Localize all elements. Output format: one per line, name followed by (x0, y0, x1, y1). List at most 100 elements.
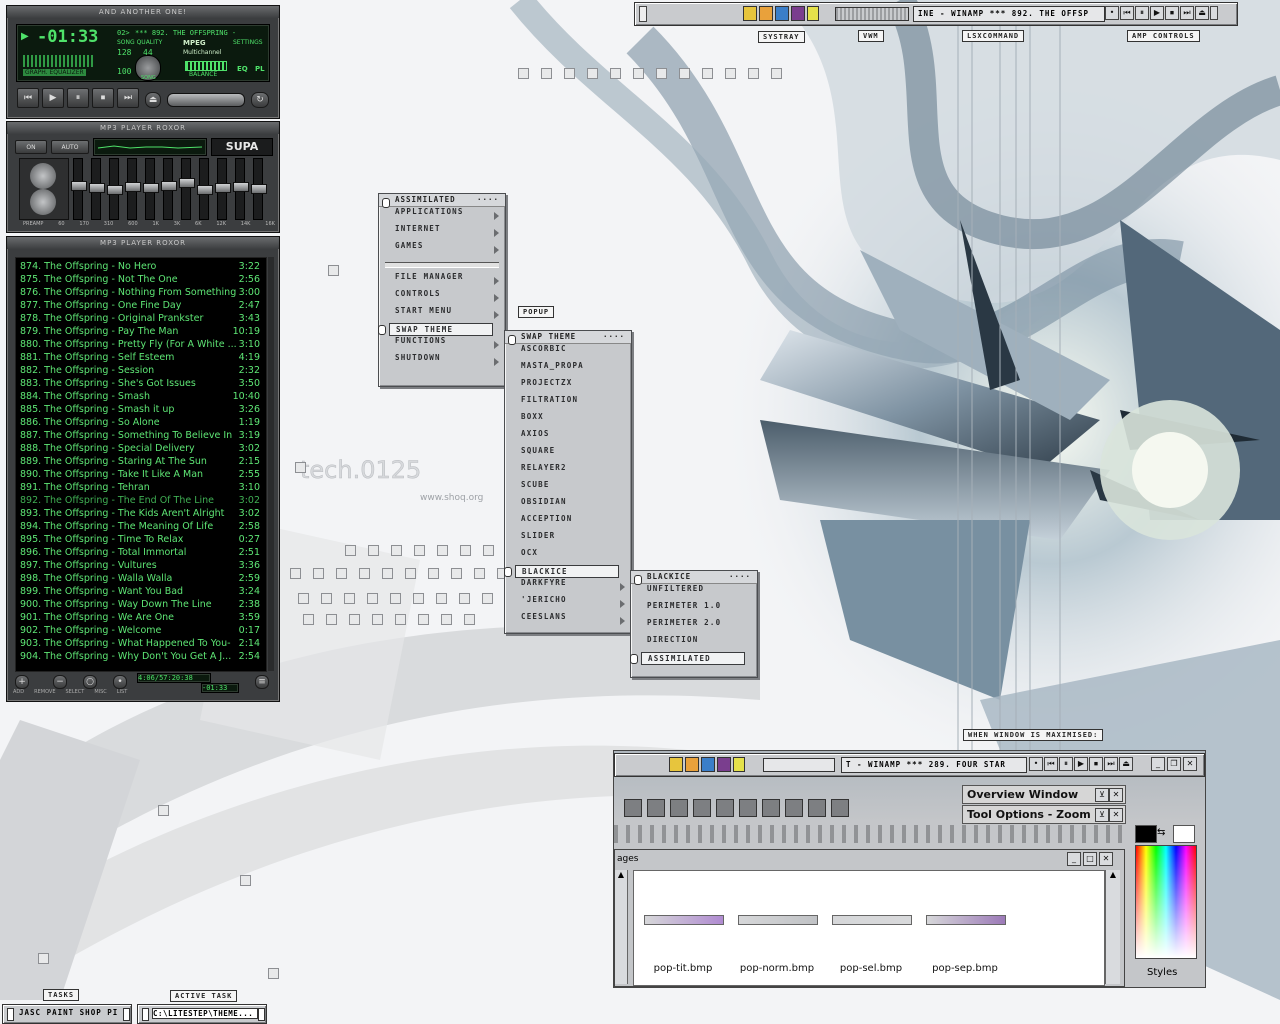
task-button-litestep-theme[interactable]: C:\LITESTEP\THEME... (137, 1004, 267, 1024)
playlist-row[interactable]: 894. The Offspring - The Meaning Of Life… (16, 521, 266, 534)
tray-icon-3[interactable] (775, 6, 789, 21)
playlist-row[interactable]: 875. The Offspring - Not The One 2:56 (16, 274, 266, 287)
eq-slider[interactable] (215, 158, 231, 220)
eq-slider[interactable] (107, 158, 123, 220)
tool-icon-7[interactable] (762, 799, 780, 817)
playlist-row[interactable]: 890. The Offspring - Take It Like A Man 2… (16, 469, 266, 482)
playlist-row[interactable]: 887. The Offspring - Something To Believ… (16, 430, 266, 443)
menu-item[interactable]: CONTROLS (379, 289, 505, 306)
overview-close-button[interactable]: ✕ (1109, 788, 1123, 802)
psp-tray-icon-4[interactable] (717, 757, 731, 772)
menu-item[interactable]: START MENU (379, 306, 505, 323)
playlist-title[interactable]: MP3 PLAYER ROXOR (7, 237, 279, 249)
menu-item[interactable]: GAMES (379, 241, 505, 258)
playlist-row[interactable]: 876. The Offspring - Nothing From Someth… (16, 287, 266, 300)
tool-options-close-button[interactable]: ✕ (1109, 808, 1123, 822)
playlist-row[interactable]: 886. The Offspring - So Alone 1:19 (16, 417, 266, 430)
menu-item[interactable]: PROJECTZX (505, 378, 631, 395)
eq-on-button[interactable]: ON (15, 140, 47, 154)
playlist-row[interactable]: 904. The Offspring - Why Don't You Get A… (16, 651, 266, 664)
menu-item[interactable]: SQUARE (505, 446, 631, 463)
playlist-row[interactable]: 877. The Offspring - One Fine Day 2:47 (16, 300, 266, 313)
background-swatch[interactable] (1173, 825, 1195, 843)
browser-minimize-button[interactable]: _ (1067, 852, 1081, 866)
playlist-row[interactable]: 900. The Offspring - Way Down The Line 2:… (16, 599, 266, 612)
menu-item[interactable]: FILTRATION (505, 395, 631, 412)
tool-icon-9[interactable] (808, 799, 826, 817)
playlist-row[interactable]: 878. The Offspring - Original Prankster 3… (16, 313, 266, 326)
playlist-row[interactable]: 883. The Offspring - She's Got Issues 3:5… (16, 378, 266, 391)
overview-window-palette[interactable]: Overview Window ⊻ ✕ (962, 785, 1126, 804)
menu-item[interactable]: FUNCTIONS (379, 336, 505, 353)
amp-control-button[interactable]: ▶ (1074, 757, 1088, 771)
thumbnail-image[interactable] (738, 915, 818, 925)
menu-item[interactable]: INTERNET (379, 224, 505, 241)
eq-slider[interactable] (233, 158, 249, 220)
next-button[interactable]: ⏭ (117, 88, 139, 108)
menu-item-assimilated[interactable]: ASSIMILATED (630, 652, 745, 665)
amp-control-button[interactable]: ▶ (1150, 6, 1164, 20)
menu-item[interactable]: DIRECTION (631, 635, 757, 652)
menu-item[interactable]: MASTA_PROPA (505, 361, 631, 378)
tool-icon-10[interactable] (831, 799, 849, 817)
menu-title-assimilated[interactable]: ASSIMILATED ···· (379, 194, 505, 208)
playlist-row[interactable]: 893. The Offspring - The Kids Aren't Alr… (16, 508, 266, 521)
tool-icon-5[interactable] (716, 799, 734, 817)
tray-icon-2[interactable] (759, 6, 773, 21)
eq-slider[interactable] (71, 158, 87, 220)
amp-control-button[interactable]: ⏸ (1059, 757, 1073, 771)
psp-vwm[interactable] (763, 758, 835, 772)
playlist-row[interactable]: 903. The Offspring - What Happened To Yo… (16, 638, 266, 651)
eq-slider[interactable] (179, 158, 195, 220)
menu-item-swap-theme[interactable]: SWAP THEME (378, 323, 493, 336)
playlist-row[interactable]: 896. The Offspring - Total Immortal 2:51 (16, 547, 266, 560)
tray-icon-1[interactable] (743, 6, 757, 21)
thumbnail-image[interactable] (644, 915, 724, 925)
maximize-button[interactable]: ❐ (1167, 757, 1181, 771)
playlist-row[interactable]: 874. The Offspring - No Hero 3:22 (16, 261, 266, 274)
misc-button[interactable]: • (113, 675, 127, 689)
menu-item[interactable]: SHUTDOWN (379, 353, 505, 370)
menu-item[interactable]: 'JERICHO (505, 595, 631, 612)
speaker-icon[interactable] (807, 6, 819, 21)
playlist-row[interactable]: 899. The Offspring - Want You Bad 3:24 (16, 586, 266, 599)
play-button[interactable]: ▶ (42, 88, 64, 108)
playlist-row[interactable]: 882. The Offspring - Session 2:32 (16, 365, 266, 378)
eq-slider[interactable] (161, 158, 177, 220)
balance-slider[interactable] (185, 61, 227, 71)
tool-icon-6[interactable] (739, 799, 757, 817)
color-spectrum[interactable] (1135, 845, 1197, 959)
eject-button[interactable]: ⏏ (145, 92, 161, 108)
seek-slider[interactable] (167, 93, 245, 107)
playlist-row[interactable]: 901. The Offspring - We Are One 3:59 (16, 612, 266, 625)
thumbnail-image[interactable] (926, 915, 1006, 925)
playlist-row[interactable]: 898. The Offspring - Walla Walla 2:59 (16, 573, 266, 586)
amp-control-button[interactable]: ⏏ (1195, 6, 1209, 20)
close-button[interactable]: ✕ (1183, 757, 1197, 771)
amp-control-button[interactable]: ⏸ (1135, 6, 1149, 20)
playlist-row[interactable]: 888. The Offspring - Special Delivery 3:0… (16, 443, 266, 456)
tool-icon-1[interactable] (624, 799, 642, 817)
tool-options-palette[interactable]: Tool Options - Zoom ⊻ ✕ (962, 805, 1126, 824)
menu-item[interactable]: PERIMETER 2.0 (631, 618, 757, 635)
menu-item[interactable]: SCUBE (505, 480, 631, 497)
amp-control-button[interactable]: ⏹ (1089, 757, 1103, 771)
amp-control-button[interactable]: ⏹ (1165, 6, 1179, 20)
menu-title-blackice[interactable]: BLACKICE ···· (631, 571, 757, 585)
pl-toggle-button[interactable]: PL (255, 65, 265, 73)
swap-colors-icon[interactable]: ⇆ (1157, 827, 1165, 838)
shuffle-button[interactable]: ↻ (251, 92, 269, 108)
amp-control-button[interactable]: ⏭ (1104, 757, 1118, 771)
menu-item[interactable]: PERIMETER 1.0 (631, 601, 757, 618)
amp-control-button[interactable]: ⏮ (1120, 6, 1134, 20)
task-button-paint-shop[interactable]: JASC PAINT SHOP PI (2, 1004, 132, 1024)
browser-left-scrollbar[interactable]: ▲ (615, 870, 628, 984)
menu-item[interactable]: OCX (505, 548, 631, 565)
eq-preset-display[interactable]: SUPA (211, 138, 273, 156)
vwm-desktops[interactable] (835, 7, 909, 21)
playlist-row[interactable]: 897. The Offspring - Vultures 3:36 (16, 560, 266, 573)
pause-button[interactable]: ⏸ (67, 88, 89, 108)
select-button[interactable]: ○ (83, 675, 97, 689)
psp-tray-icon-3[interactable] (701, 757, 715, 772)
menu-item[interactable]: DARKFYRE (505, 578, 631, 595)
